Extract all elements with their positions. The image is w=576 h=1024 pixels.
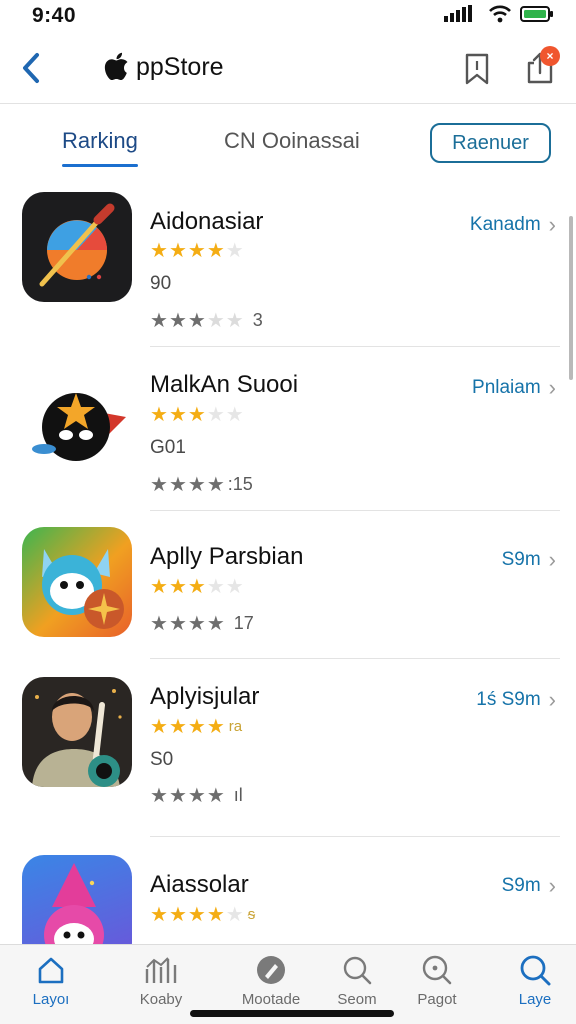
- tab-bar-item-charts[interactable]: Koaby: [116, 953, 206, 1008]
- list-item[interactable]: Aiassolar ★ ★ ★ ★ ★ ᵴ S9m ›: [0, 837, 560, 965]
- app-action-link[interactable]: S9m ›: [502, 547, 556, 573]
- tab-bar-label: Pagot: [417, 991, 457, 1008]
- charts-icon: [144, 953, 178, 987]
- app-subtitle: G01: [150, 437, 186, 458]
- star-rating: ★ ★ ★ ★ ★: [150, 240, 244, 262]
- app-action-link[interactable]: Kanadm ›: [470, 212, 556, 238]
- back-button[interactable]: [14, 50, 48, 86]
- rating-count: ıl: [233, 785, 243, 805]
- tab-ranking[interactable]: Rarking: [62, 128, 138, 167]
- tab-second[interactable]: CN Ooinassai: [224, 128, 360, 154]
- user-rating: ★ ★ ★ ★ 17: [150, 613, 254, 635]
- signal-icon: [444, 5, 472, 22]
- list-item[interactable]: Aplyisjular ★ ★ ★ ★ ra S0 ★ ★ ★ ★ ıl 1ś S9m ›: [0, 659, 560, 837]
- search-icon: [340, 953, 374, 987]
- app-subtitle: S0: [150, 749, 174, 770]
- app-subtitle: 90: [150, 273, 172, 294]
- nav-title: ppStore: [104, 52, 224, 82]
- app-action-link[interactable]: Pnlaiam ›: [472, 375, 556, 401]
- app-name: Aplyisjular: [150, 683, 260, 710]
- chevron-right-icon: ›: [548, 687, 556, 712]
- rating-count: 3: [252, 310, 263, 330]
- app-action-label: Pnlaiam: [472, 377, 541, 398]
- status-time: 9:40: [32, 4, 77, 27]
- person-photo-icon: [32, 689, 122, 787]
- segment-tabs: Rarking CN Ooinassai Raenuer: [0, 106, 576, 176]
- user-rating: ★ ★ ★ ★ ıl: [150, 785, 243, 807]
- tab-bar-item-edit[interactable]: Mootade: [226, 953, 316, 1008]
- chevron-right-icon: ›: [548, 547, 556, 572]
- edit-circle-icon: [254, 953, 288, 987]
- ninja-mask-icon: [32, 393, 126, 461]
- apple-logo-icon: [104, 52, 128, 81]
- rating-count: :15: [227, 474, 253, 494]
- user-rating: ★ ★ ★ ★ :15: [150, 474, 253, 496]
- home-indicator[interactable]: [190, 1010, 394, 1017]
- star-rating: ★ ★ ★ ★ ra: [150, 716, 243, 738]
- app-action-link[interactable]: 1ś S9m ›: [476, 687, 556, 713]
- search-icon: [518, 953, 552, 987]
- app-icon: [22, 677, 132, 787]
- rating-count: 17: [233, 613, 254, 633]
- list-item[interactable]: Aplly Parsbian ★ ★ ★ ★ ★ ★ ★ ★ ★ 17 S9m ›: [0, 511, 560, 659]
- star-rating: ★ ★ ★ ★ ★: [150, 404, 244, 426]
- search-circle-icon: [420, 953, 454, 987]
- tab-bar-item-home[interactable]: Layoı: [6, 953, 96, 1008]
- status-bar: 9:40: [0, 0, 576, 32]
- tab-bar-label: Layoı: [32, 991, 70, 1008]
- tab-bar-label: Laye: [518, 991, 552, 1008]
- status-icons: [444, 5, 554, 23]
- app-action-label: S9m: [501, 549, 541, 570]
- app-icon: [22, 527, 132, 637]
- chevron-right-icon: ›: [548, 212, 556, 237]
- stars-extra: ra: [228, 718, 243, 735]
- star-rating: ★ ★ ★ ★ ★: [150, 576, 244, 598]
- battery-icon: [520, 6, 553, 22]
- list-item[interactable]: Aidonasiar ★ ★ ★ ★ ★ 90 ★ ★ ★ ★ ★ 3 Kanadm ›: [0, 176, 560, 347]
- star-rating: ★ ★ ★ ★ ★ ᵴ: [150, 904, 256, 926]
- paint-brush-icon: [39, 203, 115, 287]
- bookmark-icon: [465, 53, 489, 85]
- user-rating: ★ ★ ★ ★ ★ 3: [150, 310, 263, 332]
- bookmark-button[interactable]: [460, 50, 494, 88]
- chevron-right-icon: ›: [548, 375, 556, 400]
- tab-bar-label: Koaby: [139, 991, 183, 1008]
- home-icon: [34, 953, 68, 987]
- app-name: Aiassolar: [150, 871, 249, 898]
- app-action-label: S9m: [501, 875, 541, 896]
- app-action-link[interactable]: S9m ›: [502, 873, 556, 899]
- tab-bar-item-page[interactable]: Pagot: [392, 953, 482, 1008]
- chevron-left-icon: [23, 53, 39, 83]
- nav-title-text: ppStore: [136, 52, 224, 81]
- share-button[interactable]: ×: [520, 46, 560, 88]
- app-icon: [22, 369, 132, 479]
- app-name: Aidonasiar: [150, 208, 264, 235]
- nav-bar: ppStore ×: [0, 32, 576, 104]
- chevron-right-icon: ›: [548, 873, 556, 898]
- app-icon: [22, 192, 132, 302]
- scroll-indicator[interactable]: [569, 216, 573, 380]
- wifi-icon: [489, 5, 511, 23]
- tab-bar-label: Mootade: [241, 991, 301, 1008]
- app-action-label: Kanadm: [469, 214, 541, 235]
- tab-bar-label: Seom: [337, 991, 377, 1008]
- cat-mascot-icon: [42, 549, 124, 629]
- tab-bar-item-search-alt[interactable]: Seom: [312, 953, 402, 1008]
- tab-bar-item-search[interactable]: Laye: [490, 953, 576, 1008]
- tab-pill-button[interactable]: Raenuer: [430, 123, 551, 163]
- app-name: MalkAn Suooi: [150, 371, 299, 398]
- app-name: Aplly Parsbian: [150, 543, 304, 570]
- app-action-label: 1ś S9m: [476, 689, 541, 710]
- stars-extra: ᵴ: [247, 906, 256, 923]
- list-item[interactable]: MalkAn Suooi ★ ★ ★ ★ ★ G01 ★ ★ ★ ★ :15 Pnlaiam …: [0, 347, 560, 511]
- notification-badge: ×: [540, 46, 560, 66]
